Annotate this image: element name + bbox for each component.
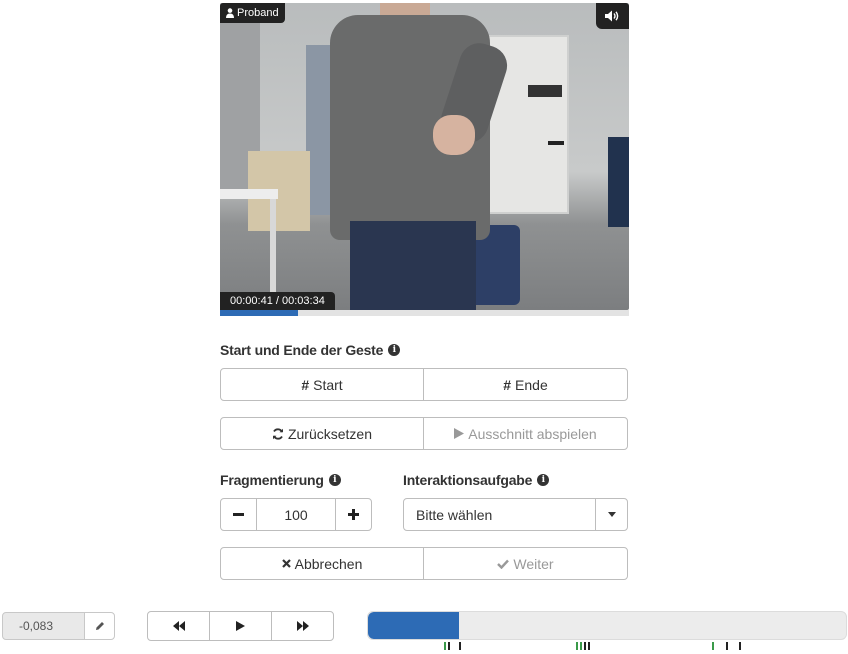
proband-badge: Proband <box>220 3 285 23</box>
timeline-marker <box>444 642 446 650</box>
video-player[interactable] <box>220 3 629 310</box>
gesture-heading: Start und Ende der Geste i <box>220 342 401 358</box>
close-icon <box>281 559 291 568</box>
rewind-button[interactable] <box>147 611 210 641</box>
gesture-action-group: Zurücksetzen Ausschnitt abspielen <box>220 417 628 450</box>
timeline-marker <box>459 642 461 650</box>
sound-button[interactable] <box>596 3 629 29</box>
video-scene-legs <box>350 221 476 310</box>
timeline-marker <box>726 642 728 650</box>
proband-label: Proband <box>237 7 279 19</box>
end-button[interactable]: # Ende <box>423 368 628 401</box>
offset-value[interactable]: -0,083 <box>2 612 85 640</box>
task-heading-text: Interaktionsaufgabe <box>403 472 533 488</box>
offset-field: -0,083 <box>2 612 115 640</box>
video-scene-hand <box>433 115 475 155</box>
video-progress-fill <box>220 310 298 316</box>
hashtag-icon: # <box>301 376 310 393</box>
timeline-marker <box>448 642 450 650</box>
hashtag-icon: # <box>503 376 512 393</box>
cancel-button[interactable]: Abbrechen <box>220 547 424 580</box>
check-icon <box>497 559 510 569</box>
gesture-marker-group: # Start # Ende <box>220 368 628 401</box>
play-icon <box>454 428 465 439</box>
reset-button-label: Zurücksetzen <box>287 425 373 442</box>
fragmentation-heading: Fragmentierung i <box>220 472 341 488</box>
task-select-toggle[interactable] <box>595 498 628 531</box>
timeline-fill <box>368 612 459 639</box>
start-button-label: Start <box>313 376 343 393</box>
play-segment-label: Ausschnitt abspielen <box>468 425 597 442</box>
start-button[interactable]: # Start <box>220 368 424 401</box>
info-icon[interactable]: i <box>328 474 341 486</box>
video-scene-door-sign <box>528 85 562 97</box>
video-scene-door-handle <box>548 141 564 145</box>
timeline-marker <box>584 642 586 650</box>
edit-offset-button[interactable] <box>84 612 115 640</box>
caret-down-icon <box>607 512 616 517</box>
increase-button[interactable] <box>335 498 372 531</box>
end-button-label: Ende <box>515 376 548 393</box>
fragmentation-value[interactable]: 100 <box>256 498 336 531</box>
minus-icon <box>233 513 244 516</box>
video-progress-bar[interactable] <box>220 310 629 316</box>
play-segment-button[interactable]: Ausschnitt abspielen <box>423 417 628 450</box>
cancel-button-label: Abbrechen <box>294 555 363 572</box>
next-button-label: Weiter <box>513 555 554 572</box>
forward-icon <box>296 621 309 631</box>
volume-icon <box>605 10 619 22</box>
backward-icon <box>172 621 185 631</box>
plus-icon <box>348 509 359 520</box>
form-action-group: Abbrechen Weiter <box>220 547 628 580</box>
playback-controls <box>147 611 334 641</box>
fragmentation-stepper: 100 <box>220 498 372 531</box>
next-button[interactable]: Weiter <box>423 547 628 580</box>
reset-button[interactable]: Zurücksetzen <box>220 417 424 450</box>
video-time: 00:00:41 / 00:03:34 <box>220 292 335 310</box>
info-icon[interactable]: i <box>388 344 401 356</box>
task-heading: Interaktionsaufgabe i <box>403 472 550 488</box>
timeline-marker <box>739 642 741 650</box>
refresh-icon <box>272 427 283 440</box>
timeline-bar[interactable] <box>367 611 847 640</box>
forward-button[interactable] <box>271 611 334 641</box>
play-icon <box>236 621 245 631</box>
timeline-marker <box>580 642 582 650</box>
timeline-marker <box>712 642 714 650</box>
fragmentation-heading-text: Fragmentierung <box>220 472 324 488</box>
timeline-marker <box>588 642 590 650</box>
gesture-heading-text: Start und Ende der Geste <box>220 342 384 358</box>
timeline-marker <box>576 642 578 650</box>
video-scene-chair-right <box>608 137 629 227</box>
play-button[interactable] <box>209 611 272 641</box>
pencil-icon <box>95 622 104 630</box>
info-icon[interactable]: i <box>537 474 550 486</box>
video-scene-table <box>220 189 278 199</box>
user-icon <box>226 8 234 18</box>
task-select[interactable]: Bitte wählen <box>403 498 628 531</box>
decrease-button[interactable] <box>220 498 257 531</box>
task-select-value[interactable]: Bitte wählen <box>403 498 596 531</box>
